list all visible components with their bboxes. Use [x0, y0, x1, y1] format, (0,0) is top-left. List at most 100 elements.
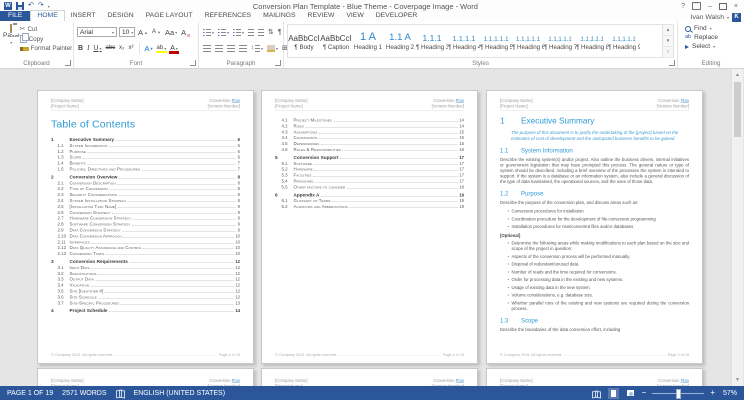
grow-font-button[interactable]: A▲ — [137, 28, 149, 37]
page-indicator[interactable]: PAGE 1 OF 19 — [7, 390, 53, 397]
dialog-launcher-icon[interactable] — [190, 60, 196, 66]
tab-view[interactable]: VIEW — [340, 11, 369, 21]
style-heading-5[interactable]: 1.1.1.1.1¶ Heading 5 — [480, 25, 512, 57]
format-painter-button[interactable]: Format Painter — [20, 45, 73, 52]
account-area[interactable]: Ivan Walsh ▾ K — [691, 13, 744, 22]
scroll-up-icon[interactable]: ▲ — [733, 70, 742, 80]
header-doc-link[interactable]: Plan — [681, 98, 689, 103]
zoom-level[interactable]: 57% — [721, 390, 737, 397]
strikethrough-button[interactable]: abc — [104, 45, 116, 51]
page-toc-2[interactable]: [Company Name] [Project Name] Conversion… — [261, 90, 478, 364]
zoom-slider[interactable] — [652, 393, 704, 394]
toc-entry[interactable]: 4.6Roles & Responsibilities16 — [275, 147, 464, 153]
scroll-thumb[interactable] — [734, 82, 741, 137]
language-indicator[interactable]: ENGLISH (UNITED STATES) — [134, 390, 226, 397]
sort-button[interactable]: ⇅ — [267, 28, 275, 36]
zoom-in-button[interactable]: + — [710, 389, 715, 397]
bold-button[interactable]: B — [77, 45, 84, 52]
proofing-icon[interactable] — [116, 390, 125, 397]
font-color-button[interactable]: A▾ — [169, 45, 179, 52]
decrease-indent-button[interactable] — [247, 29, 255, 36]
text-effects-button[interactable]: A▾ — [144, 44, 154, 53]
font-name-select[interactable]: Arial▾ — [77, 27, 117, 37]
style-caption[interactable]: AaBbCcI¶ Caption — [320, 25, 352, 57]
dialog-launcher-icon[interactable] — [669, 60, 675, 66]
style-heading-3[interactable]: 1.1.1¶ Heading 3 — [416, 25, 448, 57]
style-heading-8[interactable]: 1.1.1.1.1¶ Heading 8 — [576, 25, 608, 57]
page-partial[interactable]: [Company Name] [Project Name] Conversion… — [37, 368, 254, 386]
toc-entry[interactable]: 3.7Site-Specific Procedures13 — [51, 300, 240, 306]
zoom-out-button[interactable]: − — [642, 389, 647, 397]
print-layout-button[interactable] — [608, 388, 619, 399]
tab-insert[interactable]: INSERT — [65, 11, 102, 21]
page-partial[interactable]: [Company Name] [Project Name] Conversion… — [261, 368, 478, 386]
toc-entry[interactable]: 5.5Other factors to consider18 — [275, 184, 464, 190]
toc-entry[interactable]: 2.13Conversion Tasks10 — [51, 251, 240, 257]
subscript-button[interactable]: x₂ — [118, 45, 125, 51]
scroll-down-icon[interactable]: ▼ — [733, 375, 742, 385]
find-button[interactable]: Find▾ — [681, 25, 741, 32]
tab-home[interactable]: HOME — [30, 10, 64, 21]
align-right-button[interactable] — [226, 45, 236, 52]
style-heading-9[interactable]: 1.1.1.1.1¶ Heading 9 — [608, 25, 640, 57]
font-size-select[interactable]: 10▾ — [119, 27, 135, 37]
increase-indent-button[interactable] — [257, 29, 265, 36]
restore-icon[interactable] — [719, 3, 727, 10]
underline-button[interactable]: U▾ — [92, 45, 102, 52]
page-partial[interactable]: [Company Name] [Project Name] Conversion… — [486, 368, 703, 386]
avatar[interactable]: K — [732, 13, 741, 22]
page-toc-1[interactable]: [Company Name] [Project Name] Conversion… — [37, 90, 254, 364]
minimize-icon[interactable]: – — [708, 3, 712, 10]
line-spacing-button[interactable]: ↕▾ — [250, 45, 264, 52]
multilevel-list-button[interactable]: ▾ — [232, 29, 245, 36]
numbering-button[interactable]: ▾ — [217, 29, 230, 36]
close-icon[interactable]: × — [734, 3, 738, 10]
styles-more-icon[interactable]: ▿ — [663, 47, 673, 58]
justify-button[interactable] — [238, 45, 248, 52]
ribbon-display-options-icon[interactable]: ^ — [692, 2, 701, 10]
header-doc-link[interactable]: Plan — [456, 98, 464, 103]
bullets-button[interactable]: ▾ — [202, 29, 215, 36]
clear-formatting-button[interactable]: A — [180, 28, 187, 37]
align-center-button[interactable] — [214, 45, 224, 52]
tab-design[interactable]: DESIGN — [102, 11, 140, 21]
style-body[interactable]: AaBbCcI¶ Body — [288, 25, 320, 57]
shrink-font-button[interactable]: A▼ — [151, 29, 162, 35]
style-heading-6[interactable]: 1.1.1.1.1¶ Heading 6 — [512, 25, 544, 57]
page-executive-summary[interactable]: [Company Name] [Project Name] Conversion… — [486, 90, 703, 364]
highlight-button[interactable]: ab▾ — [156, 45, 168, 51]
shading-button[interactable]: ▾ — [266, 45, 279, 52]
help-icon[interactable]: ? — [681, 3, 685, 10]
styles-scroll-down-icon[interactable]: ▼ — [663, 36, 673, 47]
style-heading-7[interactable]: 1.1.1.1.1¶ Heading 7 — [544, 25, 576, 57]
toc-entry[interactable]: 6.2Acronyms and Abbreviations19 — [275, 204, 464, 210]
dialog-launcher-icon[interactable] — [275, 60, 281, 66]
document-canvas[interactable]: [Company Name] [Project Name] Conversion… — [0, 69, 744, 386]
tab-review[interactable]: REVIEW — [302, 11, 341, 21]
vertical-scrollbar[interactable]: ▲ ▼ — [731, 69, 743, 386]
style-heading-4[interactable]: 1.1.1.1¶ Heading 4 — [448, 25, 480, 57]
cut-button[interactable]: ✂ Cut — [20, 26, 73, 33]
word-count[interactable]: 2571 WORDS — [62, 390, 106, 397]
tab-mailings[interactable]: MAILINGS — [257, 11, 301, 21]
tab-page-layout[interactable]: PAGE LAYOUT — [140, 11, 199, 21]
zoom-slider-thumb[interactable] — [676, 389, 681, 399]
style-heading-1[interactable]: 1 AHeading 1 — [352, 25, 384, 57]
paste-button[interactable]: Paste ▾ — [3, 24, 20, 58]
select-button[interactable]: Select▾ — [681, 43, 741, 50]
style-heading-2[interactable]: 1.1 AHeading 2 — [384, 25, 416, 57]
align-left-button[interactable] — [202, 45, 212, 52]
header-doc-link[interactable]: Plan — [232, 98, 240, 103]
tab-file[interactable]: FILE — [0, 11, 30, 21]
read-mode-button[interactable] — [591, 388, 602, 399]
styles-scroll-up-icon[interactable]: ▲ — [663, 25, 673, 36]
superscript-button[interactable]: x² — [128, 45, 135, 51]
italic-button[interactable]: I — [86, 44, 90, 52]
toc-entry[interactable]: 1.5Policies, Directives and Procedures7 — [51, 166, 240, 172]
tab-references[interactable]: REFERENCES — [199, 11, 257, 21]
dialog-launcher-icon[interactable] — [65, 60, 71, 66]
change-case-button[interactable]: Aa▾ — [164, 28, 178, 37]
web-layout-button[interactable] — [625, 388, 636, 399]
replace-button[interactable]: ab Replace — [681, 34, 741, 41]
show-formatting-button[interactable]: ¶ — [277, 29, 283, 36]
